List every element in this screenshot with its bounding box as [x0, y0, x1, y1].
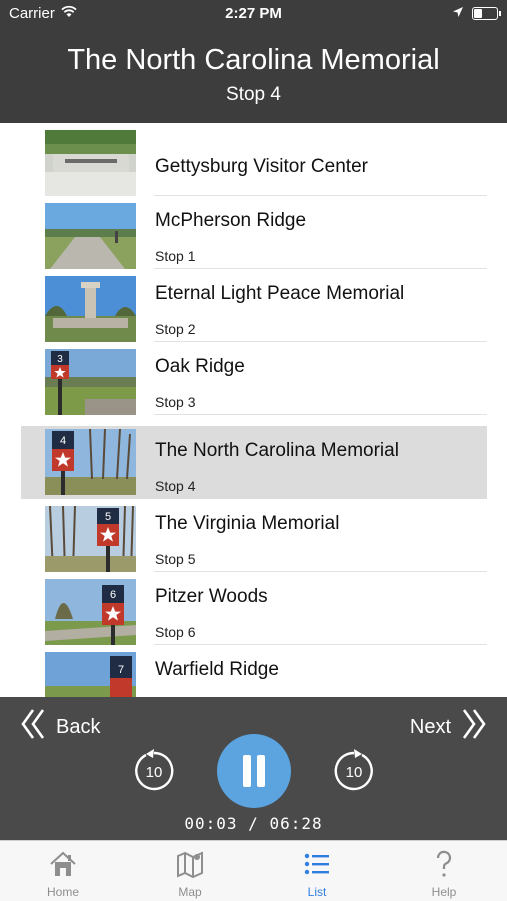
next-label: Next: [409, 715, 451, 738]
stop-thumbnail: [45, 276, 136, 342]
stop-thumbnail: 5: [45, 506, 136, 572]
tab-list[interactable]: List: [254, 841, 380, 901]
stop-row-visitor-center[interactable]: Gettysburg Visitor Center: [21, 123, 487, 196]
status-bar: Carrier 2:27 PM: [0, 0, 507, 28]
stop-row-4-selected[interactable]: 4 The North Carolina Memorial Stop 4: [21, 426, 487, 499]
stop-title: Oak Ridge: [155, 356, 245, 377]
stop-title: Eternal Light Peace Memorial: [155, 283, 405, 304]
audio-player: Back Next 10 10 00:03 / 06:28: [0, 697, 507, 840]
next-button[interactable]: Next: [410, 708, 487, 746]
stop-row-3[interactable]: 3 Oak Ridge Stop 3: [21, 342, 487, 415]
list-icon: [304, 853, 329, 875]
battery-icon: [472, 7, 501, 20]
tab-label: Help: [431, 885, 457, 899]
stop-thumbnail: 3: [45, 349, 136, 415]
tab-label: List: [307, 885, 327, 899]
stop-title: McPherson Ridge: [155, 210, 307, 231]
home-icon: [50, 851, 76, 876]
stop-thumbnail: [45, 130, 136, 196]
page-subtitle: Stop 4: [226, 84, 281, 105]
stop-title: The North Carolina Memorial: [155, 440, 399, 461]
tab-home[interactable]: Home: [0, 841, 126, 901]
stop-title: Warfield Ridge: [155, 659, 279, 680]
stop-row-1[interactable]: McPherson Ridge Stop 1: [21, 196, 487, 269]
back-button[interactable]: Back: [20, 708, 100, 746]
tab-help[interactable]: Help: [381, 841, 507, 901]
tab-label: Map: [178, 885, 202, 899]
stop-subtitle: Stop 5: [155, 551, 196, 567]
double-chevron-right-icon: [461, 708, 487, 746]
status-time: 2:27 PM: [225, 5, 282, 22]
sign-number: 5: [105, 511, 111, 523]
header: Carrier 2:27 PM The North Carolina Memor…: [0, 0, 507, 123]
total-duration: 06:28: [269, 814, 323, 833]
stop-subtitle: Stop 4: [155, 478, 196, 494]
stop-subtitle: Stop 2: [155, 321, 196, 337]
elapsed-time: 00:03: [184, 814, 238, 833]
sign-number: 7: [118, 664, 124, 676]
help-icon: [436, 850, 452, 877]
location-arrow-icon: [452, 5, 464, 22]
tab-label: Home: [46, 885, 79, 899]
fast-forward-icon: 10: [334, 749, 373, 791]
skip-forward-button[interactable]: 10: [332, 749, 376, 793]
stop-subtitle: Stop 6: [155, 624, 196, 640]
pause-button[interactable]: [217, 734, 291, 808]
sign-number: 3: [57, 354, 63, 365]
stop-title: Gettysburg Visitor Center: [155, 156, 368, 177]
stop-thumbnail: 6: [45, 579, 136, 645]
stop-row-2[interactable]: Eternal Light Peace Memorial Stop 2: [21, 269, 487, 342]
tab-bar: Home Map List Help: [0, 840, 507, 901]
stop-row-6[interactable]: 6 Pitzer Woods Stop 6: [21, 572, 487, 645]
stop-subtitle: Stop 3: [155, 394, 196, 410]
stop-title: Pitzer Woods: [155, 586, 268, 607]
tab-map[interactable]: Map: [127, 841, 253, 901]
sign-number: 4: [60, 435, 66, 447]
stop-row-7[interactable]: 7 Warfield Ridge: [21, 645, 487, 697]
pause-icon: [243, 755, 251, 787]
sign-number: 6: [110, 589, 116, 601]
stop-thumbnail: 4: [45, 429, 136, 495]
stop-thumbnail: 7: [45, 652, 136, 697]
skip-back-seconds: 10: [146, 764, 163, 781]
stop-row-5[interactable]: 5 The Virginia Memorial Stop 5: [21, 499, 487, 572]
stop-list[interactable]: Gettysburg Visitor Center McPherson Ridg…: [0, 123, 507, 697]
back-label: Back: [56, 715, 101, 738]
map-icon: [177, 851, 203, 879]
stop-title: The Virginia Memorial: [155, 513, 340, 534]
page-title: The North Carolina Memorial: [67, 44, 440, 76]
playback-time: 00:03 / 06:28: [0, 814, 507, 833]
double-chevron-left-icon: [20, 708, 46, 746]
stop-subtitle: Stop 1: [155, 248, 196, 264]
rewind-icon: 10: [135, 749, 174, 791]
row-divider: [154, 414, 487, 415]
time-separator: /: [248, 814, 259, 833]
stop-thumbnail: [45, 203, 136, 269]
skip-back-button[interactable]: 10: [132, 749, 176, 793]
skip-forward-seconds: 10: [346, 764, 363, 781]
